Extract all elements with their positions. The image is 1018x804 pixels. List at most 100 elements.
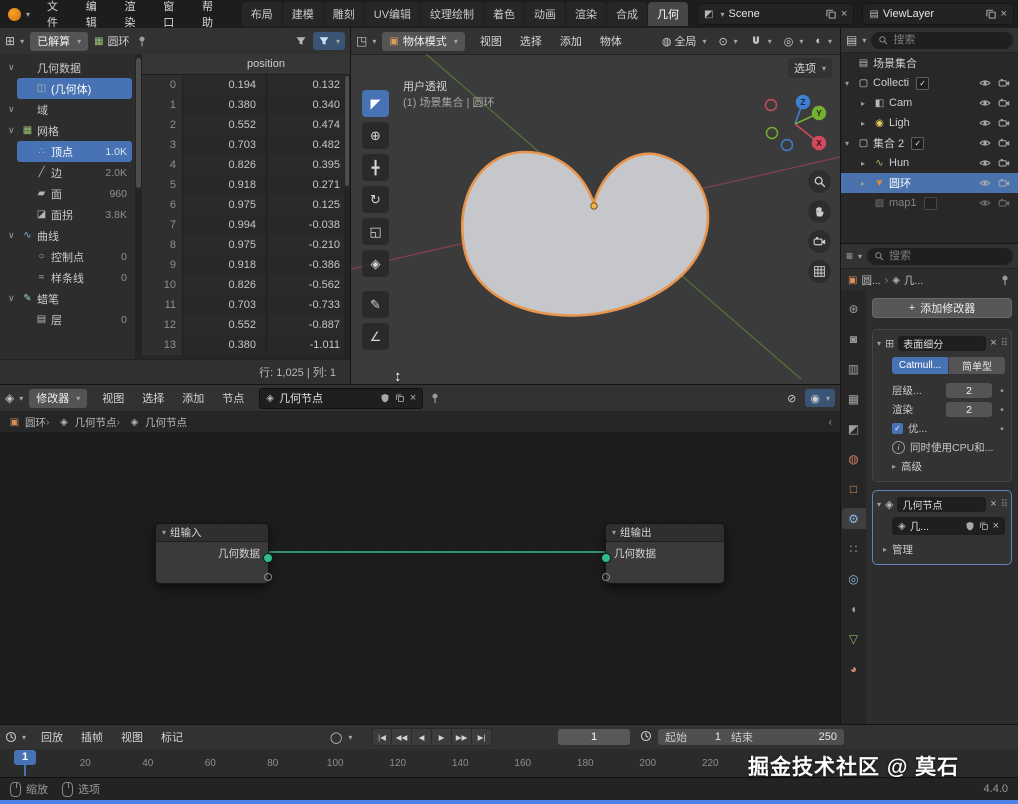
breadcrumb-modifier[interactable]: 几... xyxy=(904,273,923,288)
dataset-row[interactable]: 样条线 0 xyxy=(17,267,132,288)
expand-icon[interactable] xyxy=(861,119,870,128)
pin-icon[interactable] xyxy=(136,35,148,47)
properties-tab[interactable] xyxy=(842,598,866,619)
node-canvas[interactable]: ▾ 组输入 几何数据 ▾ 组输出 几何数据 xyxy=(0,431,840,724)
render-visibility-icon[interactable] xyxy=(998,137,1010,149)
menu-item[interactable]: 窗口 xyxy=(154,0,193,30)
selectable-checkbox[interactable] xyxy=(923,196,937,210)
snap-toggle[interactable]: ▾ xyxy=(747,35,775,47)
dataset-row[interactable]: 层 0 xyxy=(17,309,132,330)
dataset-row[interactable]: 面拐 3.8K xyxy=(17,204,132,225)
table-row[interactable]: 0 0.194 0.132 xyxy=(142,75,350,95)
overlays-toggle[interactable]: ◉ ▾ xyxy=(805,389,835,407)
workspace-tab[interactable]: UV编辑 xyxy=(364,2,421,26)
copy-icon[interactable] xyxy=(985,8,997,20)
properties-tab[interactable] xyxy=(842,418,866,439)
selectable-checkbox[interactable] xyxy=(911,136,925,150)
viewport-options-button[interactable]: 选项 ▾ xyxy=(787,58,832,78)
evaluation-mode-dropdown[interactable]: 已解算 ▾ xyxy=(30,31,89,51)
modifier-menu-icon[interactable]: ⠿ xyxy=(1001,499,1008,510)
breadcrumb-item[interactable]: 圆环 xyxy=(8,415,46,430)
dataset-row[interactable]: 顶点 1.0K xyxy=(17,141,132,162)
table-scrollbar[interactable] xyxy=(344,74,350,360)
auto-keying-toggle[interactable]: ◯ ▾ xyxy=(330,731,352,744)
pin-icon[interactable] xyxy=(999,274,1011,286)
node-editor-type-button[interactable]: ◈ ▾ xyxy=(5,391,23,405)
tool-button[interactable]: ╋ xyxy=(362,154,389,181)
search-input[interactable] xyxy=(889,250,1006,262)
table-row[interactable]: 3 0.703 0.482 xyxy=(142,135,350,155)
tool-button[interactable]: ◈ xyxy=(362,250,389,277)
render-visibility-icon[interactable] xyxy=(998,177,1010,189)
expand-icon[interactable] xyxy=(845,79,854,88)
table-row[interactable]: 7 0.994 -0.038 xyxy=(142,215,350,235)
workspace-tab[interactable]: 动画 xyxy=(525,2,566,26)
modifier-name-field[interactable]: 几何节点 xyxy=(897,496,987,512)
properties-tab[interactable] xyxy=(842,388,866,409)
breadcrumb-item[interactable]: 几何节点 xyxy=(46,415,117,430)
outliner-row[interactable]: Hun xyxy=(841,153,1018,173)
menu-item[interactable]: 文件 xyxy=(38,0,77,30)
table-row[interactable]: 9 0.918 -0.386 xyxy=(142,255,350,275)
table-row[interactable]: 10 0.826 -0.562 xyxy=(142,275,350,295)
transport-button[interactable]: ▶ xyxy=(432,728,452,746)
menu-item[interactable]: 视图 xyxy=(93,390,133,406)
expand-icon[interactable]: ▾ xyxy=(877,500,881,509)
copy-icon[interactable] xyxy=(825,8,837,20)
properties-tab[interactable] xyxy=(842,328,866,349)
levels-viewport-field[interactable]: 2 xyxy=(946,383,992,398)
tool-button[interactable]: ↻ xyxy=(362,186,389,213)
optimal-display-checkbox[interactable]: ✓ xyxy=(892,423,903,434)
menu-item[interactable]: 添加 xyxy=(173,390,213,406)
eye-icon[interactable] xyxy=(979,177,991,189)
properties-tab[interactable] xyxy=(842,298,866,319)
viewport-editor-type-button[interactable]: ◳ ▾ xyxy=(356,34,376,48)
transport-button[interactable]: ◀◀ xyxy=(392,728,412,746)
mode-dropdown[interactable]: ▣ 物体模式 ▾ xyxy=(382,31,465,51)
table-row[interactable]: 11 0.703 -0.733 xyxy=(142,295,350,315)
outliner-row[interactable]: Ligh xyxy=(841,113,1018,133)
properties-tab[interactable] xyxy=(842,478,866,499)
current-frame-field[interactable]: 1 xyxy=(558,729,630,745)
menu-item[interactable]: 编辑 xyxy=(77,0,116,30)
render-visibility-icon[interactable] xyxy=(998,157,1010,169)
properties-tab[interactable] xyxy=(842,358,866,379)
eye-icon[interactable] xyxy=(979,97,991,109)
proportional-edit-toggle[interactable]: ◎ ▾ xyxy=(781,35,807,48)
dataset-row[interactable]: 几何数据 xyxy=(3,57,132,78)
workspace-tab[interactable]: 建模 xyxy=(282,2,323,26)
outliner-row[interactable]: 圆环 xyxy=(841,173,1018,193)
animate-dot[interactable]: • xyxy=(997,385,1007,397)
geometry-output-socket[interactable] xyxy=(263,553,273,563)
search-input[interactable] xyxy=(893,34,1006,46)
column-header-position[interactable]: position xyxy=(182,54,350,74)
menu-item[interactable]: 视图 xyxy=(112,729,152,745)
viewlayer-selector[interactable]: ▤ ViewLayer × xyxy=(862,3,1014,25)
dataset-row[interactable]: 蜡笔 xyxy=(3,288,132,309)
filter-toggle-button[interactable]: ▾ xyxy=(312,32,345,50)
node-tree-selector[interactable]: ◈ 几何节点 × xyxy=(259,387,424,409)
properties-editor-type-button[interactable]: ≡ ▾ xyxy=(846,249,862,263)
levels-render-field[interactable]: 2 xyxy=(946,402,992,417)
collapse-icon[interactable]: ▾ xyxy=(162,528,166,537)
menu-item[interactable]: 选择 xyxy=(133,390,173,406)
expand-icon[interactable]: ▾ xyxy=(877,339,881,348)
workspace-tab[interactable]: 布局 xyxy=(241,2,282,26)
camera-view-icon[interactable] xyxy=(808,230,831,253)
dataset-row[interactable]: 域 xyxy=(3,99,132,120)
table-row[interactable]: 1 0.380 0.340 xyxy=(142,95,350,115)
menu-item[interactable]: 物体 xyxy=(591,33,631,49)
filter-icon[interactable] xyxy=(295,35,307,47)
eye-icon[interactable] xyxy=(979,197,991,209)
tree-scrollbar[interactable] xyxy=(135,54,142,360)
breadcrumb-item[interactable]: 几何节点 xyxy=(117,415,187,430)
table-row[interactable]: 2 0.552 0.474 xyxy=(142,115,350,135)
menu-item[interactable]: 添加 xyxy=(551,33,591,49)
menu-item[interactable]: 回放 xyxy=(32,729,72,745)
simple-button[interactable]: 简单型 xyxy=(949,357,1005,374)
fake-user-shield-icon[interactable] xyxy=(965,521,975,531)
workspace-tab[interactable]: 着色 xyxy=(484,2,525,26)
animate-dot[interactable]: • xyxy=(997,423,1007,435)
manage-section-toggle[interactable]: ▸ 管理 xyxy=(877,540,1007,559)
menu-item[interactable]: 帮助 xyxy=(193,0,232,30)
